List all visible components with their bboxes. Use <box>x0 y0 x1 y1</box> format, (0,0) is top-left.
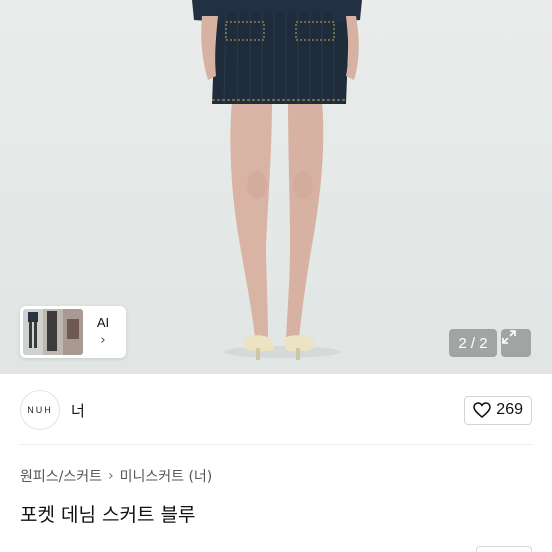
chevron-right-icon: › <box>108 468 114 484</box>
heart-icon <box>473 402 492 418</box>
breadcrumb: 원피스/스커트 › 미니스커트 (너) <box>20 466 212 486</box>
product-title: 포켓 데님 스커트 블루 <box>20 504 196 526</box>
breadcrumb-category[interactable]: 원피스/스커트 <box>20 466 102 486</box>
ai-thumbnail-button[interactable]: AI › <box>20 306 126 358</box>
image-counter: 2 / 2 <box>449 329 497 357</box>
breadcrumb-subcategory[interactable]: 미니스커트 (너) <box>120 466 213 486</box>
shop-name[interactable]: 너 <box>71 400 85 421</box>
section-divider <box>20 444 532 445</box>
like-count: 269 <box>496 401 523 418</box>
product-image-gallery[interactable]: AI › 2 / 2 <box>0 0 552 374</box>
expand-icon <box>502 330 516 344</box>
shop-info-row: NUH 너 269 <box>20 388 532 432</box>
shop-logo[interactable]: NUH <box>20 390 60 430</box>
thumbnail-strip <box>23 309 83 355</box>
chevron-right-icon: › <box>100 333 106 348</box>
expand-button[interactable] <box>501 329 531 357</box>
partial-button[interactable] <box>476 546 532 552</box>
ai-label: AI <box>96 315 110 330</box>
like-button[interactable]: 269 <box>464 395 532 425</box>
